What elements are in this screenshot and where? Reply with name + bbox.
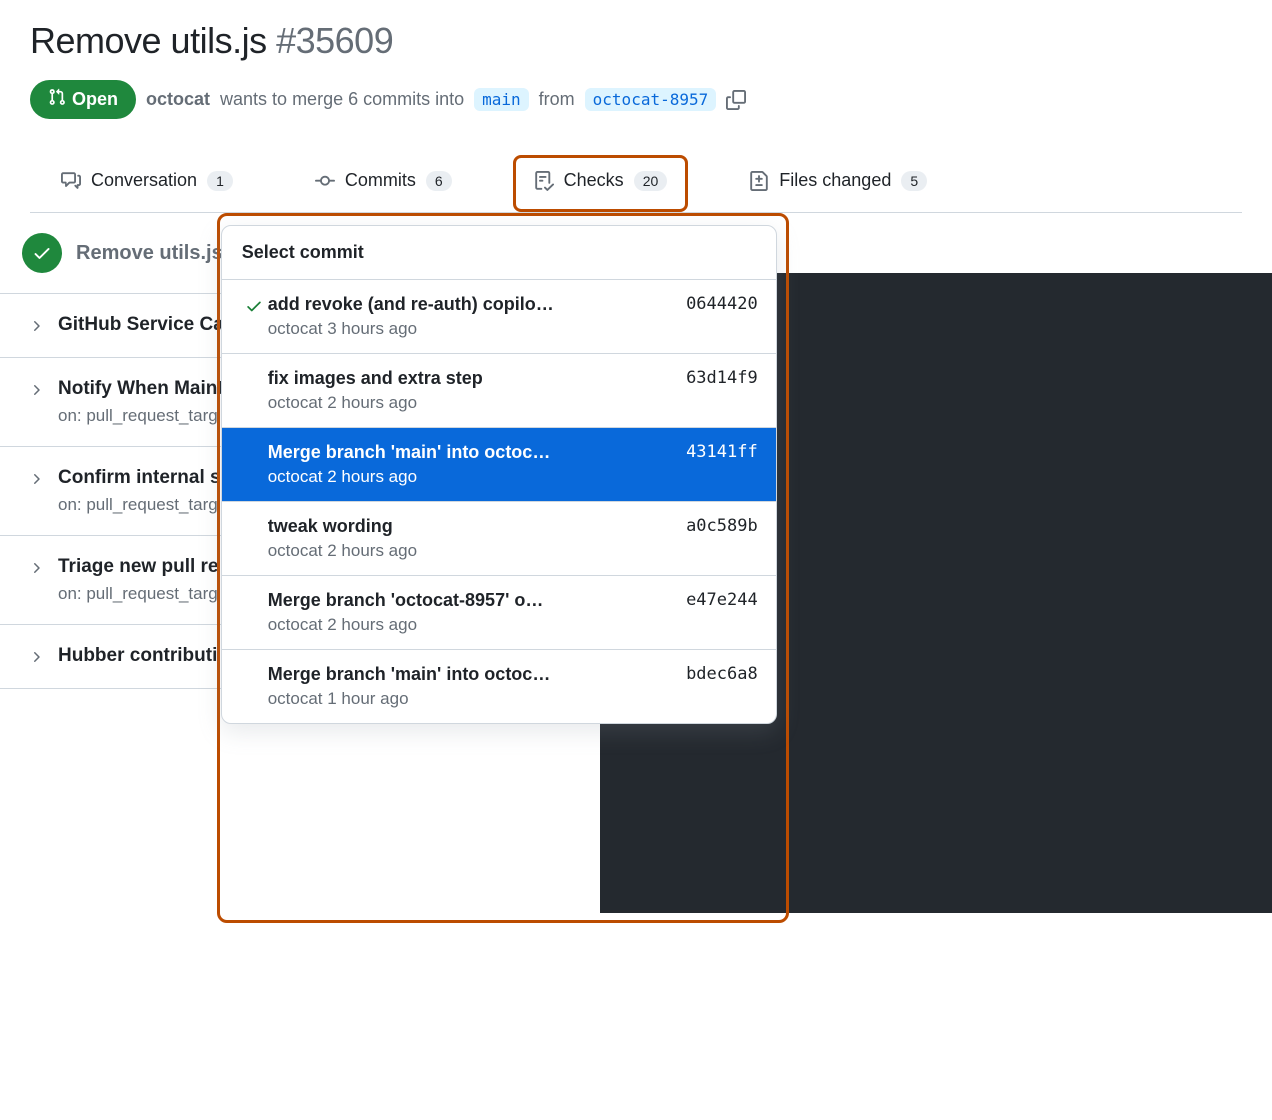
checklist-icon <box>534 171 554 191</box>
tab-files[interactable]: Files changed 5 <box>728 155 948 212</box>
workflow-trigger: on: pull_request_targ <box>58 495 221 515</box>
commit-meta: octocat 1 hour ago <box>268 689 670 709</box>
head-branch[interactable]: octocat-8957 <box>585 88 717 111</box>
tab-count: 5 <box>901 171 927 191</box>
commit-select-menu[interactable]: Select commit add revoke (and re-auth) c… <box>221 225 777 724</box>
commit-sha: bdec6a8 <box>670 664 758 684</box>
check-icon <box>240 664 268 667</box>
workflow-name: Hubber contributi <box>58 645 217 667</box>
pr-merge-text-2: from <box>539 89 575 110</box>
git-commit-icon <box>315 171 335 191</box>
checks-header: Remove utils.js 0644420 Select commit ad… <box>0 213 600 294</box>
chevron-right-icon <box>28 649 44 668</box>
commit-option[interactable]: tweak wording octocat 2 hours ago a0c589… <box>222 502 776 576</box>
commit-sha: 0644420 <box>670 294 758 314</box>
check-icon <box>240 294 268 315</box>
checks-title: Remove utils.js <box>76 242 223 265</box>
copy-icon[interactable] <box>726 90 746 110</box>
workflow-name: Triage new pull re <box>58 556 219 578</box>
commit-option[interactable]: Merge branch 'main' into octoc… octocat … <box>222 650 776 723</box>
commit-sha: 43141ff <box>670 442 758 462</box>
commit-option[interactable]: fix images and extra step octocat 2 hour… <box>222 354 776 428</box>
pr-state-label: Open <box>72 89 118 110</box>
tab-label: Checks <box>564 170 624 191</box>
tab-conversation[interactable]: Conversation 1 <box>40 155 254 212</box>
commit-meta: octocat 2 hours ago <box>268 615 670 635</box>
workflow-trigger: on: pull_request_targ <box>58 584 219 604</box>
commit-sha: e47e244 <box>670 590 758 610</box>
tab-checks[interactable]: Checks 20 <box>513 155 689 212</box>
commit-title: Merge branch 'main' into octoc… <box>268 442 670 463</box>
commit-title: add revoke (and re-auth) copilo… <box>268 294 670 315</box>
commit-title: Merge branch 'octocat-8957' o… <box>268 590 670 611</box>
commit-meta: octocat 2 hours ago <box>268 467 670 487</box>
dropdown-header: Select commit <box>222 226 776 280</box>
pr-tabnav: Conversation 1 Commits 6 Checks 20 Files… <box>30 155 1242 213</box>
pr-state-badge: Open <box>30 80 136 119</box>
file-diff-icon <box>749 171 769 191</box>
commit-meta: octocat 2 hours ago <box>268 393 670 413</box>
chevron-right-icon <box>28 318 44 337</box>
tab-label: Files changed <box>779 170 891 191</box>
check-icon <box>240 368 268 371</box>
check-icon <box>240 516 268 519</box>
tab-label: Commits <box>345 170 416 191</box>
tab-commits[interactable]: Commits 6 <box>294 155 473 212</box>
workflow-trigger: on: pull_request_targ <box>58 406 224 426</box>
pr-merge-text-1: wants to merge 6 commits into <box>220 89 464 110</box>
chevron-right-icon <box>28 560 44 579</box>
pr-author[interactable]: octocat <box>146 89 210 110</box>
pr-number: #35609 <box>276 20 393 61</box>
check-icon <box>240 590 268 593</box>
pr-meta: Open octocat wants to merge 6 commits in… <box>30 80 1242 119</box>
commit-meta: octocat 2 hours ago <box>268 541 670 561</box>
commit-title: tweak wording <box>268 516 670 537</box>
check-icon <box>240 442 268 445</box>
tab-label: Conversation <box>91 170 197 191</box>
commit-title: fix images and extra step <box>268 368 670 389</box>
tab-count: 1 <box>207 171 233 191</box>
workflow-name: Notify When Maint <box>58 378 224 400</box>
pr-title-text: Remove utils.js <box>30 20 267 61</box>
chevron-right-icon <box>28 382 44 401</box>
comment-discussion-icon <box>61 171 81 191</box>
commit-title: Merge branch 'main' into octoc… <box>268 664 670 685</box>
git-pull-request-icon <box>48 88 66 111</box>
commit-option[interactable]: add revoke (and re-auth) copilo… octocat… <box>222 280 776 354</box>
success-check-badge <box>22 233 62 273</box>
workflow-name: GitHub Service Ca <box>58 314 224 336</box>
workflow-name: Confirm internal s <box>58 467 221 489</box>
commit-option[interactable]: Merge branch 'octocat-8957' o… octocat 2… <box>222 576 776 650</box>
chevron-right-icon <box>28 471 44 490</box>
commit-sha: a0c589b <box>670 516 758 536</box>
base-branch[interactable]: main <box>474 88 529 111</box>
tab-count: 6 <box>426 171 452 191</box>
tab-count: 20 <box>634 171 668 191</box>
commit-option[interactable]: Merge branch 'main' into octoc… octocat … <box>222 428 776 502</box>
pr-title: Remove utils.js #35609 <box>30 20 1242 62</box>
commit-sha: 63d14f9 <box>670 368 758 388</box>
commit-meta: octocat 3 hours ago <box>268 319 670 339</box>
